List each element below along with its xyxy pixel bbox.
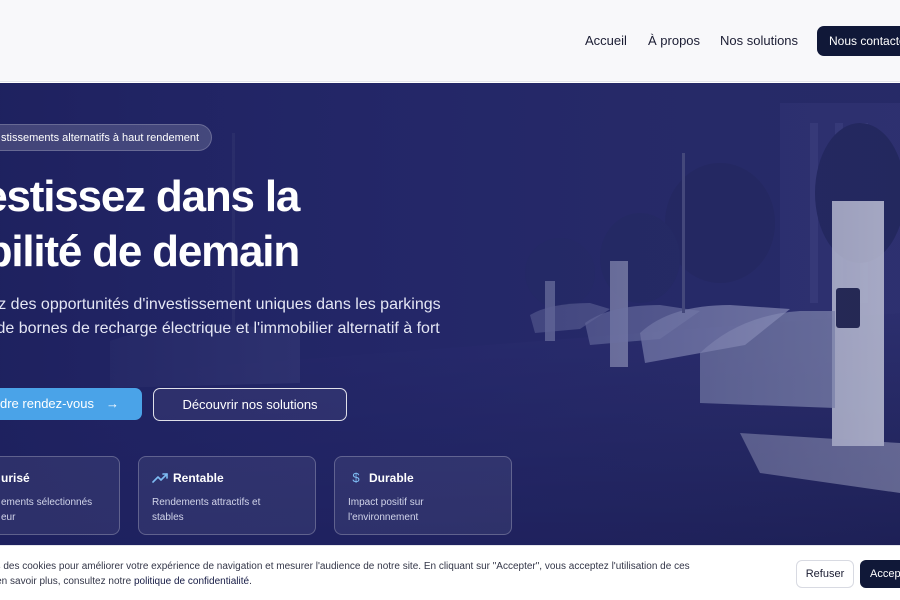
arrow-right-icon: → <box>106 396 119 411</box>
site-header: Accueil À propos Nos solutions Nous cont… <box>0 0 900 82</box>
hero-subtitle-line-3: el. <box>0 341 504 365</box>
feature-description-line-1: Impact positif sur <box>348 497 424 508</box>
hero-subtitle-line-2: s de bornes de recharge électrique et l'… <box>0 320 440 337</box>
feature-card-secure: urisé ements sélectionnés eur <box>0 456 120 535</box>
refuse-cookies-button[interactable]: Refuser <box>796 560 854 588</box>
cookie-message-line-1: ns des cookies pour améliorer votre expé… <box>0 561 690 572</box>
book-appointment-button[interactable]: dre rendez-vous → <box>0 388 142 420</box>
nav-link-accueil[interactable]: Accueil <box>585 33 627 48</box>
hero-title-line-2: obilité de demain <box>0 227 300 276</box>
cookie-message-text: r en savoir plus, consultez notre <box>0 576 134 587</box>
hero-subtitle: rez des opportunités d'investissement un… <box>0 293 504 365</box>
feature-description-line-2: eur <box>1 512 16 523</box>
cookie-banner: ns des cookies pour améliorer votre expé… <box>0 545 900 600</box>
cookie-message: ns des cookies pour améliorer votre expé… <box>0 559 780 589</box>
cookie-message-line-2: r en savoir plus, consultez notre politi… <box>0 574 780 589</box>
hero-section: stissements alternatifs à haut rendement… <box>0 83 900 545</box>
dollar-icon: $ <box>352 470 360 485</box>
feature-title: Durable <box>369 471 414 485</box>
hero-title-line-1: vestissez dans la <box>0 172 300 221</box>
feature-title: Rentable <box>173 471 224 485</box>
feature-description: Rendements attractifs et stables <box>152 495 312 525</box>
book-appointment-label: dre rendez-vous <box>0 396 94 411</box>
nav-link-nos-solutions[interactable]: Nos solutions <box>720 33 798 48</box>
feature-description-line-2: stables <box>152 512 184 523</box>
feature-description-line-2: l'environnement <box>348 512 419 523</box>
accept-cookies-button[interactable]: Accepter <box>860 560 900 588</box>
hero-title: vestissez dans la obilité de demain <box>0 169 300 279</box>
feature-card-sustainable: $ Durable Impact positif sur l'environne… <box>334 456 512 535</box>
feature-description-line-1: Rendements attractifs et <box>152 497 261 508</box>
contact-button[interactable]: Nous contacter <box>817 26 900 56</box>
feature-description: ements sélectionnés eur <box>1 495 119 525</box>
hero-badge: stissements alternatifs à haut rendement <box>0 124 213 151</box>
cookie-message-period: . <box>249 576 252 587</box>
nav-link-a-propos[interactable]: À propos <box>648 33 700 48</box>
feature-description: Impact positif sur l'environnement <box>348 495 508 525</box>
discover-solutions-button[interactable]: Découvrir nos solutions <box>153 388 347 421</box>
feature-description-line-1: ements sélectionnés <box>1 497 93 508</box>
hero-subtitle-line-1: rez des opportunités d'investissement un… <box>0 296 441 313</box>
trending-up-icon <box>152 470 168 486</box>
feature-title: urisé <box>1 471 30 485</box>
privacy-policy-link[interactable]: politique de confidentialité <box>134 576 249 587</box>
feature-card-profitable: Rentable Rendements attractifs et stable… <box>138 456 316 535</box>
